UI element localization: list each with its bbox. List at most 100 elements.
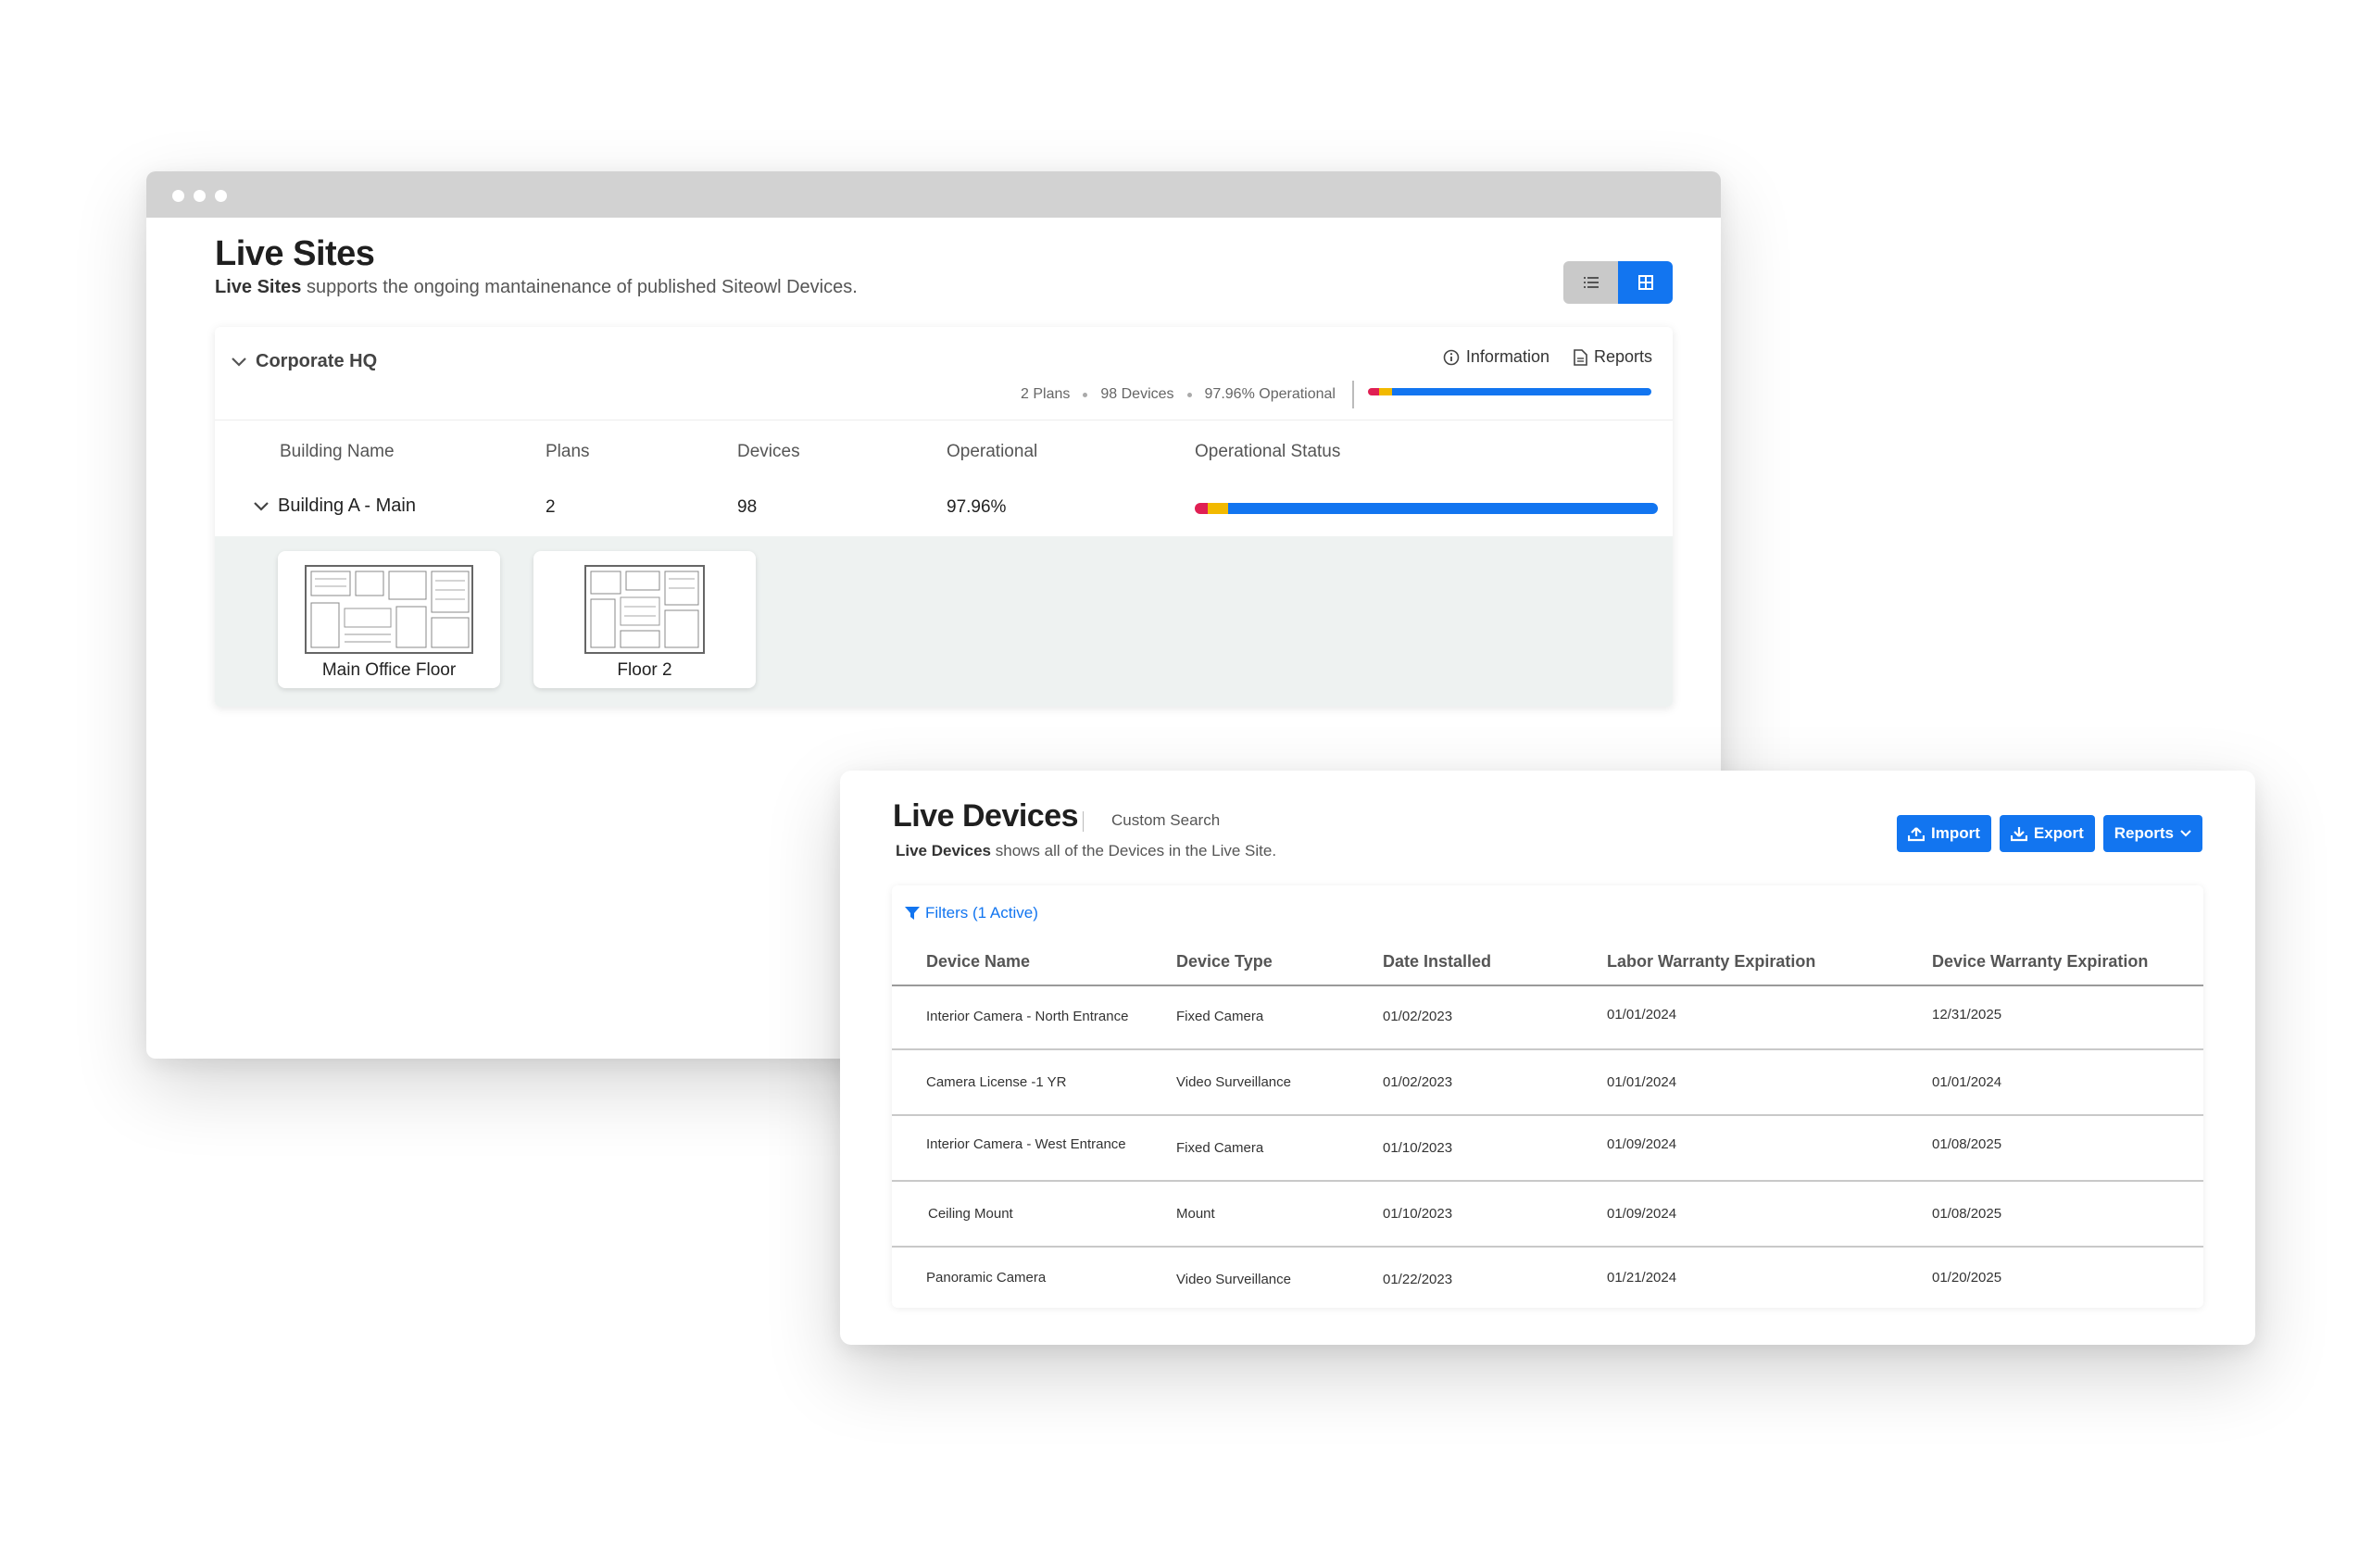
- plans-area: Main Office Floor Floor 2: [215, 536, 1673, 707]
- window-dot-1: [172, 190, 184, 202]
- labor-warranty-cell: 01/09/2024: [1607, 1206, 1677, 1222]
- export-label: Export: [2033, 824, 2084, 842]
- col-header-date-installed[interactable]: Date Installed: [1383, 952, 1491, 972]
- upload-icon: [1908, 826, 1926, 841]
- import-button[interactable]: Import: [1897, 815, 1991, 852]
- plan-label: Main Office Floor: [321, 660, 457, 680]
- reports-link[interactable]: Reports: [1574, 347, 1652, 367]
- view-toggle: [1563, 261, 1673, 304]
- table-row[interactable]: Interior Camera - West Entrance Fixed Ca…: [892, 1118, 2203, 1182]
- table-row[interactable]: Camera License -1 YR Video Surveillance …: [892, 1052, 2203, 1116]
- device-name-cell: Interior Camera - West Entrance: [926, 1136, 1126, 1152]
- building-operational: 97.96%: [947, 497, 1007, 517]
- col-header-device-type[interactable]: Device Type: [1176, 952, 1273, 972]
- col-header-labor-warranty[interactable]: Labor Warranty Expiration: [1607, 952, 1815, 972]
- info-icon: [1443, 349, 1460, 365]
- col-header-building-name: Building Name: [280, 442, 395, 461]
- devices-title: Live Devices: [893, 798, 1079, 834]
- device-warranty-cell: 12/31/2025: [1932, 1007, 2002, 1022]
- building-row[interactable]: Building A - Main 2 98 97.96%: [215, 483, 1673, 531]
- live-devices-window: Live Devices Custom Search Live Devices …: [840, 771, 2255, 1345]
- floor-plan-thumbnail: [305, 565, 473, 654]
- filter-icon: [905, 907, 920, 920]
- site-card: Corporate HQ Information Reports 2 Plans…: [215, 327, 1673, 707]
- site-header[interactable]: Corporate HQ: [232, 351, 377, 372]
- title-separator: [1083, 811, 1084, 832]
- building-plans: 2: [546, 497, 556, 517]
- subtitle-text: supports the ongoing mantainenance of pu…: [301, 277, 858, 297]
- col-header-device-name[interactable]: Device Name: [926, 952, 1030, 972]
- device-type-cell: Fixed Camera: [1176, 1140, 1264, 1156]
- status-segment-red: [1368, 388, 1379, 395]
- list-view-button[interactable]: [1563, 261, 1618, 304]
- site-actions: Information Reports: [1443, 347, 1652, 367]
- subtitle-text: shows all of the Devices in the Live Sit…: [991, 842, 1277, 859]
- stat-separator: [1186, 392, 1192, 397]
- floor-plan-thumbnail: [584, 565, 705, 654]
- devices-table-card: Filters (1 Active) Device Name Device Ty…: [892, 885, 2203, 1308]
- reports-dropdown-button[interactable]: Reports: [2102, 815, 2202, 852]
- subtitle-bold: Live Sites: [215, 277, 302, 297]
- table-row[interactable]: Interior Camera - North Entrance Fixed C…: [892, 986, 2203, 1050]
- col-header-operational: Operational: [947, 442, 1038, 461]
- building-name-cell: Building A - Main: [254, 495, 416, 517]
- device-type-cell: Video Surveillance: [1176, 1074, 1291, 1090]
- window-dot-2: [194, 190, 206, 202]
- col-header-devices: Devices: [737, 442, 800, 461]
- reports-label: Reports: [1593, 347, 1652, 366]
- status-segment-yellow: [1379, 388, 1392, 395]
- device-name-cell: Interior Camera - North Entrance: [926, 1009, 1129, 1024]
- device-type-cell: Fixed Camera: [1176, 1009, 1264, 1024]
- building-name: Building A - Main: [278, 495, 416, 516]
- device-warranty-cell: 01/20/2025: [1932, 1270, 2002, 1286]
- device-name-cell: Camera License -1 YR: [926, 1074, 1067, 1090]
- window-dot-3: [215, 190, 227, 202]
- table-row[interactable]: Ceiling Mount Mount 01/10/2023 01/09/202…: [892, 1184, 2203, 1248]
- table-row[interactable]: Panoramic Camera Video Surveillance 01/2…: [892, 1249, 2203, 1313]
- site-name: Corporate HQ: [256, 351, 378, 371]
- status-segment-blue: [1228, 503, 1658, 514]
- date-installed-cell: 01/02/2023: [1383, 1009, 1453, 1024]
- plan-card-main-office[interactable]: Main Office Floor: [278, 551, 500, 688]
- col-header-device-warranty[interactable]: Device Warranty Expiration: [1932, 952, 2148, 972]
- devices-toolbar: Import Export Reports: [1897, 815, 2202, 852]
- export-button[interactable]: Export: [1999, 815, 2095, 852]
- labor-warranty-cell: 01/09/2024: [1607, 1136, 1677, 1152]
- plans-stat: 2 Plans: [1021, 386, 1071, 402]
- plan-card-floor-2[interactable]: Floor 2: [533, 551, 756, 688]
- date-installed-cell: 01/22/2023: [1383, 1272, 1453, 1287]
- custom-search-link[interactable]: Custom Search: [1111, 811, 1220, 830]
- document-icon: [1574, 348, 1587, 366]
- page-subtitle: Live Sites supports the ongoing mantaine…: [215, 277, 858, 298]
- import-label: Import: [1931, 824, 1980, 842]
- labor-warranty-cell: 01/01/2024: [1607, 1074, 1677, 1090]
- col-header-operational-status: Operational Status: [1195, 442, 1341, 461]
- stat-divider: [1351, 381, 1354, 408]
- operational-stat: 97.96% Operational: [1204, 386, 1336, 402]
- plan-label: Floor 2: [617, 660, 672, 680]
- date-installed-cell: 01/10/2023: [1383, 1206, 1453, 1222]
- col-header-plans: Plans: [546, 442, 590, 461]
- information-label: Information: [1465, 347, 1549, 366]
- building-devices: 98: [737, 497, 758, 517]
- labor-warranty-cell: 01/21/2024: [1607, 1270, 1677, 1286]
- chevron-down-icon: [254, 501, 269, 511]
- device-type-cell: Video Surveillance: [1176, 1272, 1291, 1287]
- device-warranty-cell: 01/08/2025: [1932, 1136, 2002, 1152]
- chevron-down-icon: [2180, 830, 2191, 837]
- date-installed-cell: 01/10/2023: [1383, 1140, 1453, 1156]
- status-segment-yellow: [1208, 503, 1228, 514]
- date-installed-cell: 01/02/2023: [1383, 1074, 1453, 1090]
- labor-warranty-cell: 01/01/2024: [1607, 1007, 1677, 1022]
- page-title: Live Sites: [215, 234, 375, 273]
- device-name-cell: Panoramic Camera: [926, 1270, 1047, 1286]
- filters-label: Filters (1 Active): [925, 904, 1038, 922]
- chevron-down-icon: [232, 357, 246, 367]
- device-name-cell: Ceiling Mount: [928, 1206, 1013, 1222]
- subtitle-bold: Live Devices: [896, 842, 992, 859]
- grid-view-button[interactable]: [1618, 261, 1673, 304]
- information-link[interactable]: Information: [1443, 347, 1549, 367]
- window-titlebar: [146, 171, 1721, 218]
- grid-view-icon: [1637, 275, 1653, 290]
- filters-toggle[interactable]: Filters (1 Active): [905, 904, 1038, 922]
